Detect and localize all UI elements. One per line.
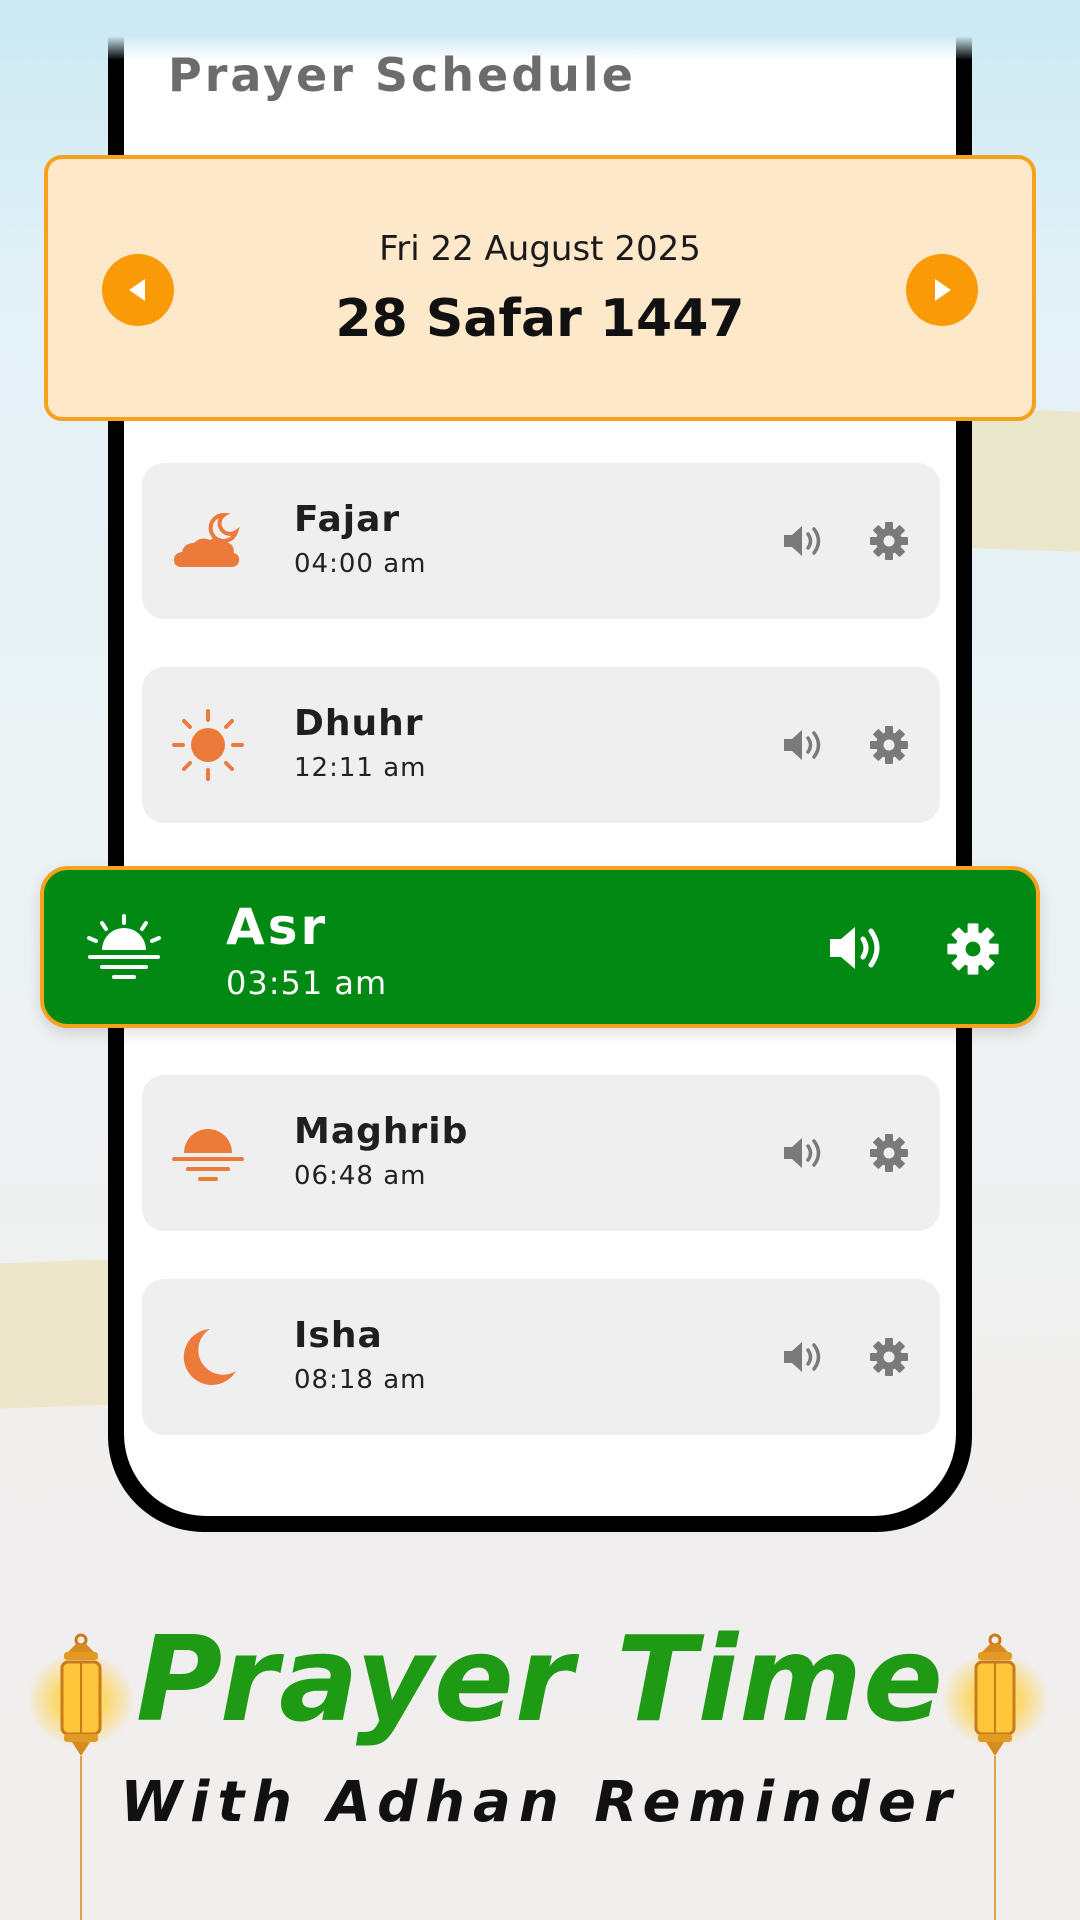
prayer-card-isha[interactable]: Isha 08:18 am [142,1279,940,1435]
sunrise-icon [87,914,161,979]
prayer-name: Asr [226,898,329,956]
prayer-time: 08:18 am [294,1365,427,1395]
gear-icon[interactable] [946,922,1000,976]
decorative-band [0,1259,123,1410]
prayer-time: 04:00 am [294,549,427,579]
speaker-icon[interactable] [782,1337,826,1377]
promo-title: Prayer Time [135,1610,945,1748]
speaker-icon[interactable] [782,725,826,765]
prayer-name: Dhuhr [294,703,424,744]
page-title: Prayer Schedule [168,48,636,102]
prayer-card-asr-active[interactable]: Asr 03:51 am [40,866,1040,1028]
triangle-right-icon [935,279,951,301]
sunset-icon [172,1129,244,1181]
prayer-name: Maghrib [294,1111,469,1152]
gear-icon[interactable] [869,725,909,765]
prayer-time: 12:11 am [294,753,427,783]
promo-subtitle: With Adhan Reminder [120,1770,960,1835]
cloud-moon-icon [174,512,240,567]
prayer-name: Fajar [294,499,401,540]
crescent-moon-icon [183,1329,236,1385]
prayer-card-maghrib[interactable]: Maghrib 06:48 am [142,1075,940,1231]
gregorian-date: Fri 22 August 2025 [379,229,701,269]
speaker-icon[interactable] [828,922,886,974]
gear-icon[interactable] [869,521,909,561]
gear-icon[interactable] [869,1133,909,1173]
sun-icon [172,709,244,781]
prayer-name: Isha [294,1315,383,1356]
speaker-icon[interactable] [782,521,826,561]
date-card: Fri 22 August 2025 28 Safar 1447 [44,155,1036,421]
gear-icon[interactable] [869,1337,909,1377]
prayer-time: 06:48 am [294,1161,427,1191]
prayer-card-fajar[interactable]: Fajar 04:00 am [142,463,940,619]
next-day-button[interactable] [906,254,978,326]
prayer-card-dhuhr[interactable]: Dhuhr 12:11 am [142,667,940,823]
hijri-date: 28 Safar 1447 [335,289,745,349]
speaker-icon[interactable] [782,1133,826,1173]
prayer-time: 03:51 am [226,964,388,1002]
